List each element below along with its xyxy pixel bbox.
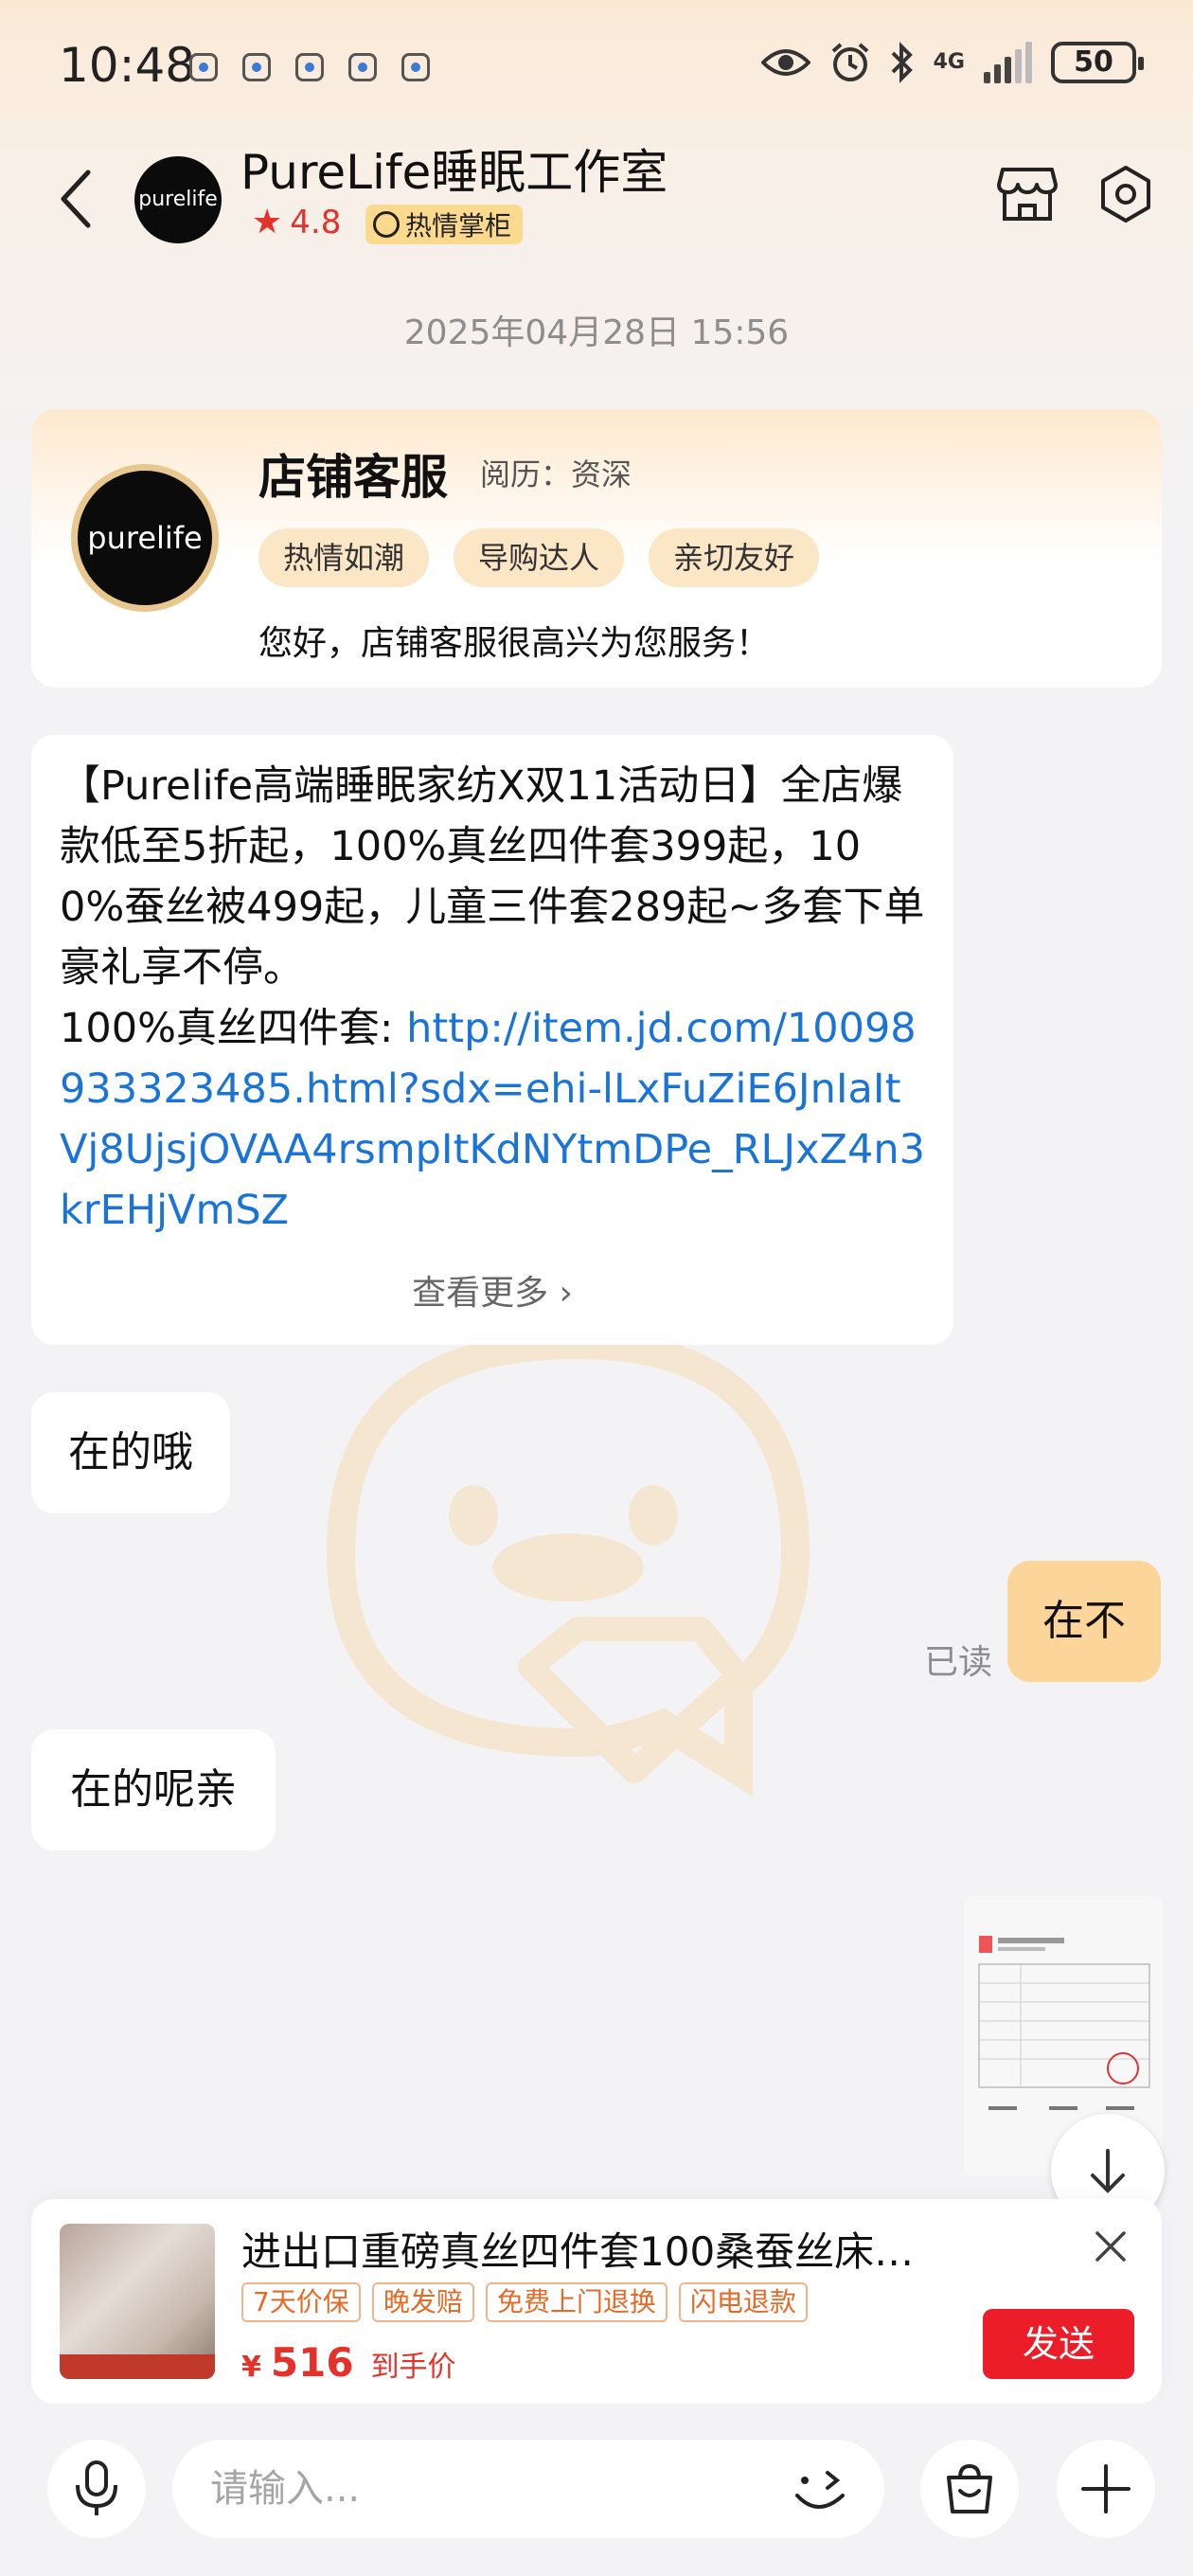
store-icon — [997, 168, 1058, 221]
microphone-icon — [76, 2460, 117, 2515]
app-notification-icon — [295, 53, 324, 81]
promo-body: 【Purelife高端睡眠家纺X双11活动日】全店爆款低至5折起，100%真丝四… — [60, 762, 925, 992]
promo-link-label: 100%真丝四件套: — [60, 1005, 407, 1052]
send-product-button[interactable]: 发送 — [983, 2309, 1134, 2379]
app-notification-icon — [242, 53, 271, 81]
rating-value: 4.8 — [290, 203, 342, 242]
eye-icon — [760, 49, 810, 76]
product-tag: 免费上门退换 — [485, 2282, 668, 2322]
host-badge: 热情掌柜 — [365, 205, 524, 244]
shop-rating: ★ 4.8 — [252, 203, 341, 242]
plus-icon — [1081, 2464, 1131, 2513]
product-tag: 晚发赔 — [371, 2282, 474, 2322]
service-tags: 热情如潮 导购达人 亲切友好 — [258, 528, 820, 587]
app-notification-icon — [401, 53, 430, 81]
signal-icon — [984, 42, 1032, 83]
product-tags: 7天价保 晚发赔 免费上门退换 闪电退款 — [241, 2282, 808, 2322]
input-bar — [0, 2404, 1193, 2576]
service-tag: 导购达人 — [454, 528, 625, 587]
store-button[interactable] — [994, 161, 1060, 227]
gear-icon — [1101, 166, 1150, 223]
service-tag: 热情如潮 — [258, 528, 430, 587]
message-bubble-received: 在的呢亲 — [31, 1729, 276, 1851]
alarm-icon — [831, 43, 868, 81]
message-bubble-sent: 在不 — [1007, 1561, 1161, 1682]
mascot-watermark-icon — [326, 1330, 810, 1798]
bluetooth-icon — [891, 42, 913, 83]
chat-timestamp: 2025年04月28日 15:56 — [403, 313, 790, 352]
emoji-icon — [795, 2471, 845, 2509]
service-card: purelife 店铺客服 阅历：资深 热情如潮 导购达人 亲切友好 您好，店铺… — [31, 409, 1162, 688]
more-button[interactable] — [1057, 2440, 1155, 2538]
product-title[interactable]: 进出口重磅真丝四件套100桑蚕丝床… — [241, 2220, 1027, 2278]
emoji-button[interactable] — [782, 2457, 858, 2523]
close-icon — [1095, 2231, 1126, 2262]
service-experience: 阅历：资深 — [480, 456, 632, 492]
service-title: 店铺客服 — [258, 450, 448, 505]
shopping-bag-icon — [947, 2463, 992, 2513]
settings-button[interactable] — [1093, 161, 1159, 227]
network-type: 4G — [933, 50, 965, 74]
price-label: 到手价 — [370, 2351, 456, 2384]
status-time: 10:48 — [59, 38, 196, 93]
product-image[interactable] — [60, 2224, 215, 2379]
service-avatar[interactable]: purelife — [71, 464, 219, 612]
shop-name[interactable]: PureLife睡眠工作室 — [240, 134, 668, 203]
message-bubble-received: 在的哦 — [31, 1392, 230, 1513]
promo-message-bubble: 【Purelife高端睡眠家纺X双11活动日】全店爆款低至5折起，100%真丝四… — [31, 735, 953, 1345]
close-product-button[interactable] — [1090, 2226, 1131, 2267]
message-input[interactable] — [172, 2440, 884, 2538]
order-button[interactable] — [920, 2440, 1019, 2538]
notification-icons — [189, 53, 430, 81]
product-card[interactable]: 进出口重磅真丝四件套100桑蚕丝床… 7天价保 晚发赔 免费上门退换 闪电退款 … — [31, 2199, 1162, 2404]
star-icon: ★ — [252, 203, 283, 242]
price-value: 516 — [270, 2339, 354, 2386]
price-row: ¥ 516 到手价 — [241, 2339, 456, 2386]
voice-button[interactable] — [47, 2440, 146, 2538]
see-more-link[interactable]: 查看更多 › — [31, 1265, 953, 1315]
app-notification-icon — [348, 53, 377, 81]
app-notification-icon — [189, 53, 218, 81]
arrow-down-icon — [1091, 2149, 1125, 2193]
system-icons: 4G 50 — [760, 42, 1144, 83]
chevron-left-icon — [61, 170, 91, 228]
product-tag: 7天价保 — [241, 2282, 361, 2322]
status-bar: 10:48 4G 50 — [0, 0, 1193, 133]
shop-avatar[interactable]: purelife — [134, 156, 222, 243]
price-currency: ¥ — [241, 2351, 261, 2384]
product-tag: 闪电退款 — [678, 2282, 808, 2322]
battery-icon: 50 — [1051, 42, 1144, 83]
product-image-banner — [60, 2354, 215, 2379]
back-button[interactable] — [47, 161, 104, 237]
promo-message-text: 【Purelife高端睡眠家纺X双11活动日】全店爆款低至5折起，100%真丝四… — [60, 756, 925, 1241]
service-greeting: 您好，店铺客服很高兴为您服务！ — [258, 624, 771, 663]
host-badge-label: 热情掌柜 — [405, 210, 512, 242]
chat-header: purelife PureLife睡眠工作室 ★ 4.8 热情掌柜 — [0, 133, 1193, 265]
read-status: 已读 — [924, 1643, 993, 1682]
smiley-icon — [373, 211, 400, 238]
service-tag: 亲切友好 — [649, 528, 820, 587]
